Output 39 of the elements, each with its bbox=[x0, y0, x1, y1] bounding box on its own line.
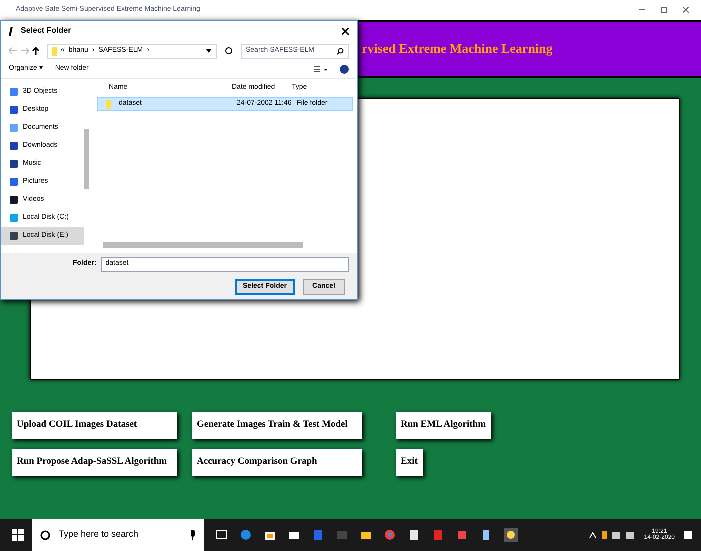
action-button[interactable]: Exit bbox=[396, 449, 423, 476]
action-button[interactable]: Upload COIL Images Dataset bbox=[12, 412, 177, 439]
browser-icon[interactable] bbox=[240, 529, 252, 541]
action-button[interactable]: Run EML Algorithm bbox=[396, 412, 491, 439]
navigation-arrows-icon[interactable] bbox=[9, 47, 39, 55]
paint-icon[interactable] bbox=[456, 529, 468, 541]
task-view-icon[interactable] bbox=[216, 529, 228, 541]
notification-icon[interactable] bbox=[683, 530, 693, 540]
pdf-icon[interactable] bbox=[432, 529, 444, 541]
folder-icon[interactable] bbox=[360, 529, 372, 541]
tray-icons-drawing bbox=[588, 530, 636, 540]
dialog-title: Select Folder bbox=[21, 25, 72, 37]
search-icon bbox=[337, 48, 344, 54]
document-app-icon[interactable] bbox=[312, 529, 324, 541]
close-icon[interactable] bbox=[342, 28, 349, 34]
notepad-icon[interactable] bbox=[480, 529, 492, 541]
cortana-icon bbox=[40, 530, 51, 540]
taskbar-search-field[interactable]: Type here to search bbox=[32, 519, 204, 551]
search-placeholder: Type here to search bbox=[59, 528, 139, 542]
microphone-icon bbox=[190, 530, 196, 540]
chrome-icon[interactable] bbox=[384, 529, 396, 541]
action-button[interactable]: Run Propose Adap-SaSSL Algorithm bbox=[12, 449, 177, 476]
view-options-icon[interactable] bbox=[314, 66, 328, 73]
folder-icon bbox=[52, 46, 57, 56]
app-heading: rvised Extreme Machine Learning bbox=[362, 40, 553, 58]
windows-logo-icon[interactable] bbox=[12, 529, 24, 541]
dropdown-arrow-icon[interactable] bbox=[206, 49, 212, 53]
maximize-icon[interactable] bbox=[661, 7, 667, 13]
feather-icon bbox=[9, 26, 13, 36]
folder-icon bbox=[106, 100, 111, 108]
store-icon[interactable] bbox=[264, 529, 276, 541]
help-icon[interactable] bbox=[340, 65, 349, 74]
minimize-icon[interactable] bbox=[639, 7, 645, 13]
file-icon[interactable] bbox=[408, 529, 420, 541]
python-icon[interactable] bbox=[504, 528, 518, 542]
mail-icon[interactable] bbox=[288, 529, 300, 541]
action-button[interactable]: Generate Images Train & Test Model bbox=[192, 412, 362, 439]
refresh-icon[interactable] bbox=[225, 47, 233, 55]
action-button[interactable]: Accuracy Comparison Graph bbox=[192, 449, 362, 476]
